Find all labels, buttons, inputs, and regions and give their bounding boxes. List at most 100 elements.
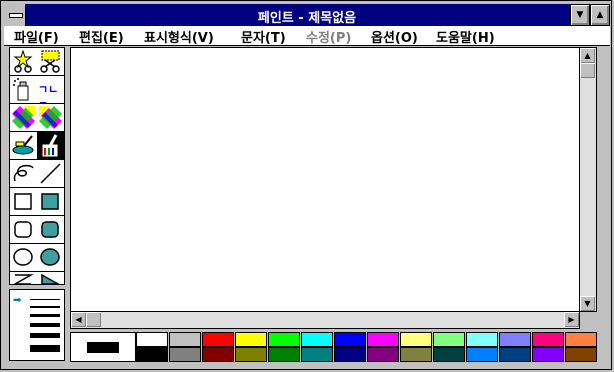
palette-swatch[interactable]	[565, 332, 597, 347]
title-bar[interactable]: 페인트 - 제목없음 ▼ ▲	[4, 4, 610, 26]
scissors-rect-tool[interactable]	[37, 48, 64, 75]
line-width-3[interactable]	[30, 314, 60, 317]
menu-modify[interactable]: 수정(P)	[306, 27, 351, 46]
curve-tool[interactable]	[10, 160, 37, 187]
spray-can-tool[interactable]	[10, 76, 37, 103]
menu-help[interactable]: 도움말(H)	[436, 27, 495, 46]
line-width-arrow-icon: ➡	[13, 295, 22, 306]
menu-view[interactable]: 표시형식(V)	[144, 27, 214, 46]
line-width-2[interactable]	[30, 306, 60, 308]
polygon-tool[interactable]	[10, 272, 37, 285]
palette-swatch[interactable]	[334, 347, 366, 362]
current-colors	[70, 332, 136, 362]
palette-swatch[interactable]	[202, 347, 234, 362]
scroll-up-button[interactable]: ▲	[580, 48, 595, 63]
menu-edit[interactable]: 편집(E)	[79, 27, 124, 46]
palette-swatch[interactable]	[400, 347, 432, 362]
palette-swatch[interactable]	[268, 347, 300, 362]
eraser-tool[interactable]	[37, 104, 64, 131]
scissors-star-icon	[13, 50, 33, 73]
palette-swatch[interactable]	[169, 347, 201, 362]
palette-swatch[interactable]	[466, 332, 498, 347]
rounded-rect-tool[interactable]	[10, 216, 37, 243]
minimize-icon: ▼	[576, 10, 584, 20]
palette-swatch[interactable]	[532, 347, 564, 362]
minimize-button[interactable]: ▼	[570, 4, 590, 26]
palette-swatch[interactable]	[532, 332, 564, 347]
curve-icon	[13, 164, 34, 182]
scroll-down-button[interactable]: ▼	[580, 296, 595, 311]
line-width-4[interactable]	[30, 323, 60, 327]
palette-swatch[interactable]	[301, 332, 333, 347]
palette-swatch[interactable]	[499, 332, 531, 347]
scroll-left-button[interactable]: ◀	[71, 312, 86, 327]
eraser-icon	[39, 106, 62, 129]
color-eraser-tool[interactable]	[10, 104, 37, 131]
rectangle-tool[interactable]	[10, 188, 37, 215]
scissors-rect-icon	[40, 50, 60, 73]
palette-swatch[interactable]	[334, 332, 366, 347]
palette-swatch[interactable]	[235, 347, 267, 362]
palette-swatch[interactable]	[268, 332, 300, 347]
palette-swatch[interactable]	[565, 347, 597, 362]
line-width-6[interactable]	[30, 345, 60, 352]
palette-swatch[interactable]	[433, 347, 465, 362]
line-width-5[interactable]	[30, 333, 60, 338]
filled-rectangle-icon	[41, 193, 59, 210]
brush-icon	[42, 134, 58, 157]
palette-swatch[interactable]	[301, 347, 333, 362]
palette-swatch[interactable]	[169, 332, 201, 347]
filled-ellipse-icon	[40, 248, 60, 266]
filled-ellipse-tool[interactable]	[37, 244, 64, 271]
rectangle-icon	[14, 193, 32, 210]
horizontal-scrollbar[interactable]: ◀ ▶	[70, 312, 580, 329]
maximize-button[interactable]: ▲	[590, 4, 610, 26]
rounded-rect-icon	[14, 221, 32, 238]
line-tool[interactable]	[37, 160, 64, 187]
arrow-right-icon: ▶	[568, 315, 575, 324]
paint-roller-icon	[12, 135, 34, 155]
arrow-down-icon: ▼	[584, 299, 591, 308]
brush-tool[interactable]	[37, 132, 64, 159]
palette-swatch[interactable]	[367, 332, 399, 347]
color-palette	[70, 332, 597, 362]
scrollbar-corner	[580, 312, 597, 329]
menu-options[interactable]: 옵션(O)	[371, 27, 418, 46]
filled-polygon-tool[interactable]	[37, 272, 64, 285]
spray-can-icon	[13, 78, 29, 101]
drawing-canvas[interactable]	[70, 47, 580, 312]
line-width-1[interactable]	[30, 299, 60, 300]
menu-text[interactable]: 문자(T)	[241, 27, 286, 46]
ellipse-tool[interactable]	[10, 244, 37, 271]
palette-swatch[interactable]	[202, 332, 234, 347]
palette-swatch[interactable]	[433, 332, 465, 347]
text-tool[interactable]: ㄱㄴㄷ	[37, 76, 64, 112]
menu-file[interactable]: 파일(F)	[14, 27, 59, 46]
palette-swatch[interactable]	[367, 347, 399, 362]
palette-swatch[interactable]	[235, 332, 267, 347]
palette-swatch[interactable]	[400, 332, 432, 347]
arrow-up-icon: ▲	[584, 51, 591, 60]
scissors-star-tool[interactable]	[10, 48, 37, 75]
line-width-selector: ➡	[9, 289, 65, 361]
horizontal-scroll-thumb[interactable]	[86, 312, 101, 327]
foreground-color	[87, 342, 119, 353]
arrow-left-icon: ◀	[75, 315, 82, 324]
palette-swatch[interactable]	[499, 347, 531, 362]
scroll-right-button[interactable]: ▶	[564, 312, 579, 327]
window-title: 페인트 - 제목없음	[257, 11, 357, 26]
vertical-scroll-thumb[interactable]	[580, 63, 595, 78]
filled-rounded-rect-icon	[41, 221, 59, 238]
palette-swatch[interactable]	[136, 332, 168, 347]
filled-rectangle-tool[interactable]	[37, 188, 64, 215]
palette-swatch[interactable]	[466, 347, 498, 362]
paint-roller-tool[interactable]	[10, 132, 37, 159]
line-icon	[40, 163, 61, 184]
filled-rounded-rect-tool[interactable]	[37, 216, 64, 243]
menu-bar: 파일(F) 편집(E) 표시형식(V) 문자(T) 수정(P) 옵션(O) 도움…	[4, 26, 610, 46]
maximize-icon: ▲	[596, 10, 604, 20]
color-eraser-icon	[12, 106, 35, 129]
palette-swatch[interactable]	[136, 347, 168, 362]
vertical-scrollbar[interactable]: ▲ ▼	[580, 47, 597, 312]
ellipse-icon	[13, 248, 33, 266]
